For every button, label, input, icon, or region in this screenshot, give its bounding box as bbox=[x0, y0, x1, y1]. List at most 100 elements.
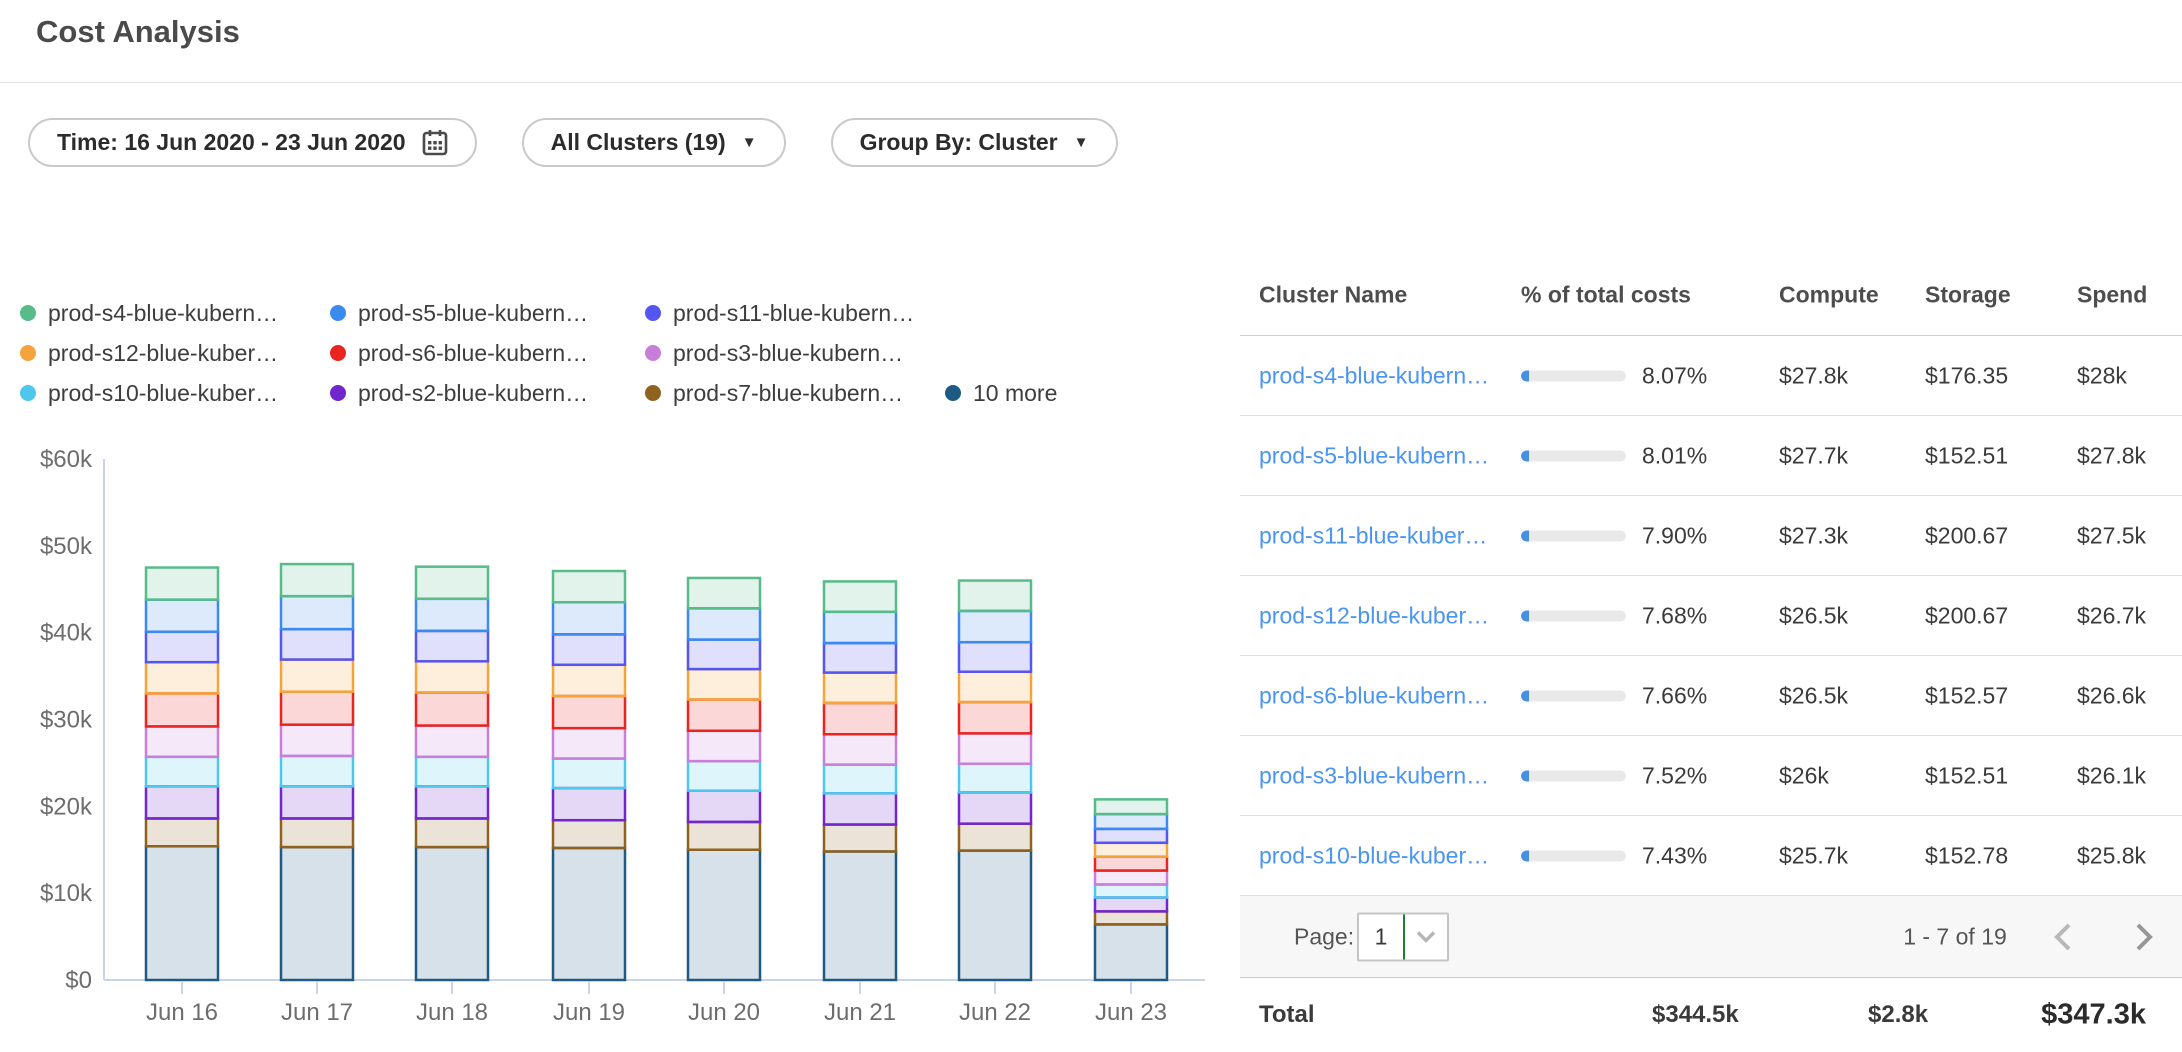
bar-segment[interactable] bbox=[824, 765, 896, 794]
bar-segment[interactable] bbox=[281, 786, 353, 818]
bar-segment[interactable] bbox=[959, 581, 1031, 611]
bar-Jun 18[interactable] bbox=[416, 567, 488, 980]
bar-segment[interactable] bbox=[416, 599, 488, 631]
page-select[interactable]: 1 bbox=[1357, 912, 1449, 961]
group-by-filter[interactable]: Group By: Cluster ▼ bbox=[831, 118, 1118, 167]
legend-item[interactable]: prod-s5-blue-kubern… bbox=[330, 300, 645, 327]
bar-segment[interactable] bbox=[688, 850, 760, 980]
bar-segment[interactable] bbox=[824, 851, 896, 980]
bar-segment[interactable] bbox=[281, 564, 353, 596]
bar-segment[interactable] bbox=[416, 757, 488, 787]
previous-page-icon[interactable] bbox=[2052, 921, 2074, 953]
bar-Jun 19[interactable] bbox=[553, 571, 625, 980]
bar-segment[interactable] bbox=[281, 756, 353, 786]
bar-segment[interactable] bbox=[688, 700, 760, 731]
cluster-name-link[interactable]: prod-s12-blue-kuber… bbox=[1259, 602, 1489, 629]
bar-Jun 20[interactable] bbox=[688, 578, 760, 980]
bar-segment[interactable] bbox=[1095, 857, 1167, 871]
bar-segment[interactable] bbox=[146, 662, 218, 693]
bar-segment[interactable] bbox=[959, 792, 1031, 823]
bar-segment[interactable] bbox=[146, 568, 218, 600]
bar-segment[interactable] bbox=[1095, 911, 1167, 924]
bar-segment[interactable] bbox=[146, 726, 218, 756]
bar-Jun 23[interactable] bbox=[1095, 799, 1167, 980]
bar-segment[interactable] bbox=[553, 696, 625, 728]
bar-segment[interactable] bbox=[281, 847, 353, 980]
legend-item[interactable]: prod-s4-blue-kubern… bbox=[20, 300, 330, 327]
bar-segment[interactable] bbox=[688, 822, 760, 850]
legend-item[interactable]: prod-s2-blue-kubern… bbox=[330, 380, 645, 407]
legend-item[interactable]: prod-s10-blue-kuber… bbox=[20, 380, 330, 407]
cluster-name-link[interactable]: prod-s11-blue-kuber… bbox=[1259, 522, 1487, 549]
bar-segment[interactable] bbox=[553, 788, 625, 820]
bar-segment[interactable] bbox=[416, 818, 488, 847]
bar-segment[interactable] bbox=[688, 669, 760, 699]
bar-segment[interactable] bbox=[553, 571, 625, 602]
bar-segment[interactable] bbox=[688, 761, 760, 791]
bar-Jun 22[interactable] bbox=[959, 581, 1031, 980]
bar-segment[interactable] bbox=[1095, 829, 1167, 843]
bar-segment[interactable] bbox=[959, 824, 1031, 851]
bar-segment[interactable] bbox=[1095, 898, 1167, 912]
bar-segment[interactable] bbox=[1095, 843, 1167, 857]
legend-item[interactable]: prod-s3-blue-kubern… bbox=[645, 340, 945, 367]
bar-segment[interactable] bbox=[146, 818, 218, 846]
cluster-name-link[interactable]: prod-s6-blue-kubern… bbox=[1259, 682, 1489, 709]
bar-segment[interactable] bbox=[416, 786, 488, 818]
bar-segment[interactable] bbox=[1095, 924, 1167, 980]
bar-segment[interactable] bbox=[553, 820, 625, 848]
bar-segment[interactable] bbox=[553, 728, 625, 758]
legend-item[interactable]: prod-s11-blue-kubern… bbox=[645, 300, 945, 327]
bar-segment[interactable] bbox=[1095, 799, 1167, 814]
bar-segment[interactable] bbox=[553, 665, 625, 696]
cluster-name-link[interactable]: prod-s10-blue-kuber… bbox=[1259, 842, 1489, 869]
bar-segment[interactable] bbox=[281, 596, 353, 629]
bar-segment[interactable] bbox=[824, 643, 896, 673]
bar-segment[interactable] bbox=[824, 673, 896, 703]
bar-Jun 16[interactable] bbox=[146, 568, 218, 980]
bar-segment[interactable] bbox=[688, 731, 760, 761]
bar-segment[interactable] bbox=[824, 703, 896, 734]
bar-segment[interactable] bbox=[959, 642, 1031, 672]
bar-segment[interactable] bbox=[688, 608, 760, 639]
bar-segment[interactable] bbox=[553, 602, 625, 634]
bar-segment[interactable] bbox=[1095, 871, 1167, 885]
bar-segment[interactable] bbox=[553, 848, 625, 980]
time-range-filter[interactable]: Time: 16 Jun 2020 - 23 Jun 2020 bbox=[28, 118, 477, 167]
bar-segment[interactable] bbox=[281, 629, 353, 659]
bar-segment[interactable] bbox=[824, 825, 896, 852]
bar-segment[interactable] bbox=[416, 726, 488, 757]
bar-segment[interactable] bbox=[824, 734, 896, 764]
bar-segment[interactable] bbox=[416, 567, 488, 599]
bar-segment[interactable] bbox=[146, 786, 218, 818]
bar-segment[interactable] bbox=[416, 847, 488, 980]
bar-segment[interactable] bbox=[1095, 884, 1167, 897]
bar-segment[interactable] bbox=[959, 733, 1031, 763]
legend-item[interactable]: prod-s6-blue-kubern… bbox=[330, 340, 645, 367]
bar-segment[interactable] bbox=[1095, 814, 1167, 829]
bar-segment[interactable] bbox=[146, 757, 218, 787]
bar-segment[interactable] bbox=[281, 660, 353, 692]
bar-segment[interactable] bbox=[824, 793, 896, 824]
bar-segment[interactable] bbox=[146, 600, 218, 632]
bar-segment[interactable] bbox=[281, 818, 353, 847]
bar-segment[interactable] bbox=[281, 692, 353, 725]
bar-segment[interactable] bbox=[553, 634, 625, 664]
bar-segment[interactable] bbox=[959, 672, 1031, 702]
bar-segment[interactable] bbox=[959, 702, 1031, 733]
bar-segment[interactable] bbox=[688, 640, 760, 670]
legend-item[interactable]: 10 more bbox=[945, 380, 1057, 407]
bar-Jun 21[interactable] bbox=[824, 581, 896, 980]
bar-segment[interactable] bbox=[416, 661, 488, 692]
bar-segment[interactable] bbox=[959, 611, 1031, 642]
bar-Jun 17[interactable] bbox=[281, 564, 353, 980]
bar-segment[interactable] bbox=[688, 791, 760, 822]
bar-segment[interactable] bbox=[688, 578, 760, 608]
bar-segment[interactable] bbox=[959, 851, 1031, 980]
cluster-name-link[interactable]: prod-s5-blue-kubern… bbox=[1259, 442, 1489, 469]
bar-segment[interactable] bbox=[416, 631, 488, 661]
bar-segment[interactable] bbox=[553, 759, 625, 789]
bar-segment[interactable] bbox=[959, 764, 1031, 793]
bar-segment[interactable] bbox=[281, 725, 353, 756]
legend-item[interactable]: prod-s12-blue-kuber… bbox=[20, 340, 330, 367]
